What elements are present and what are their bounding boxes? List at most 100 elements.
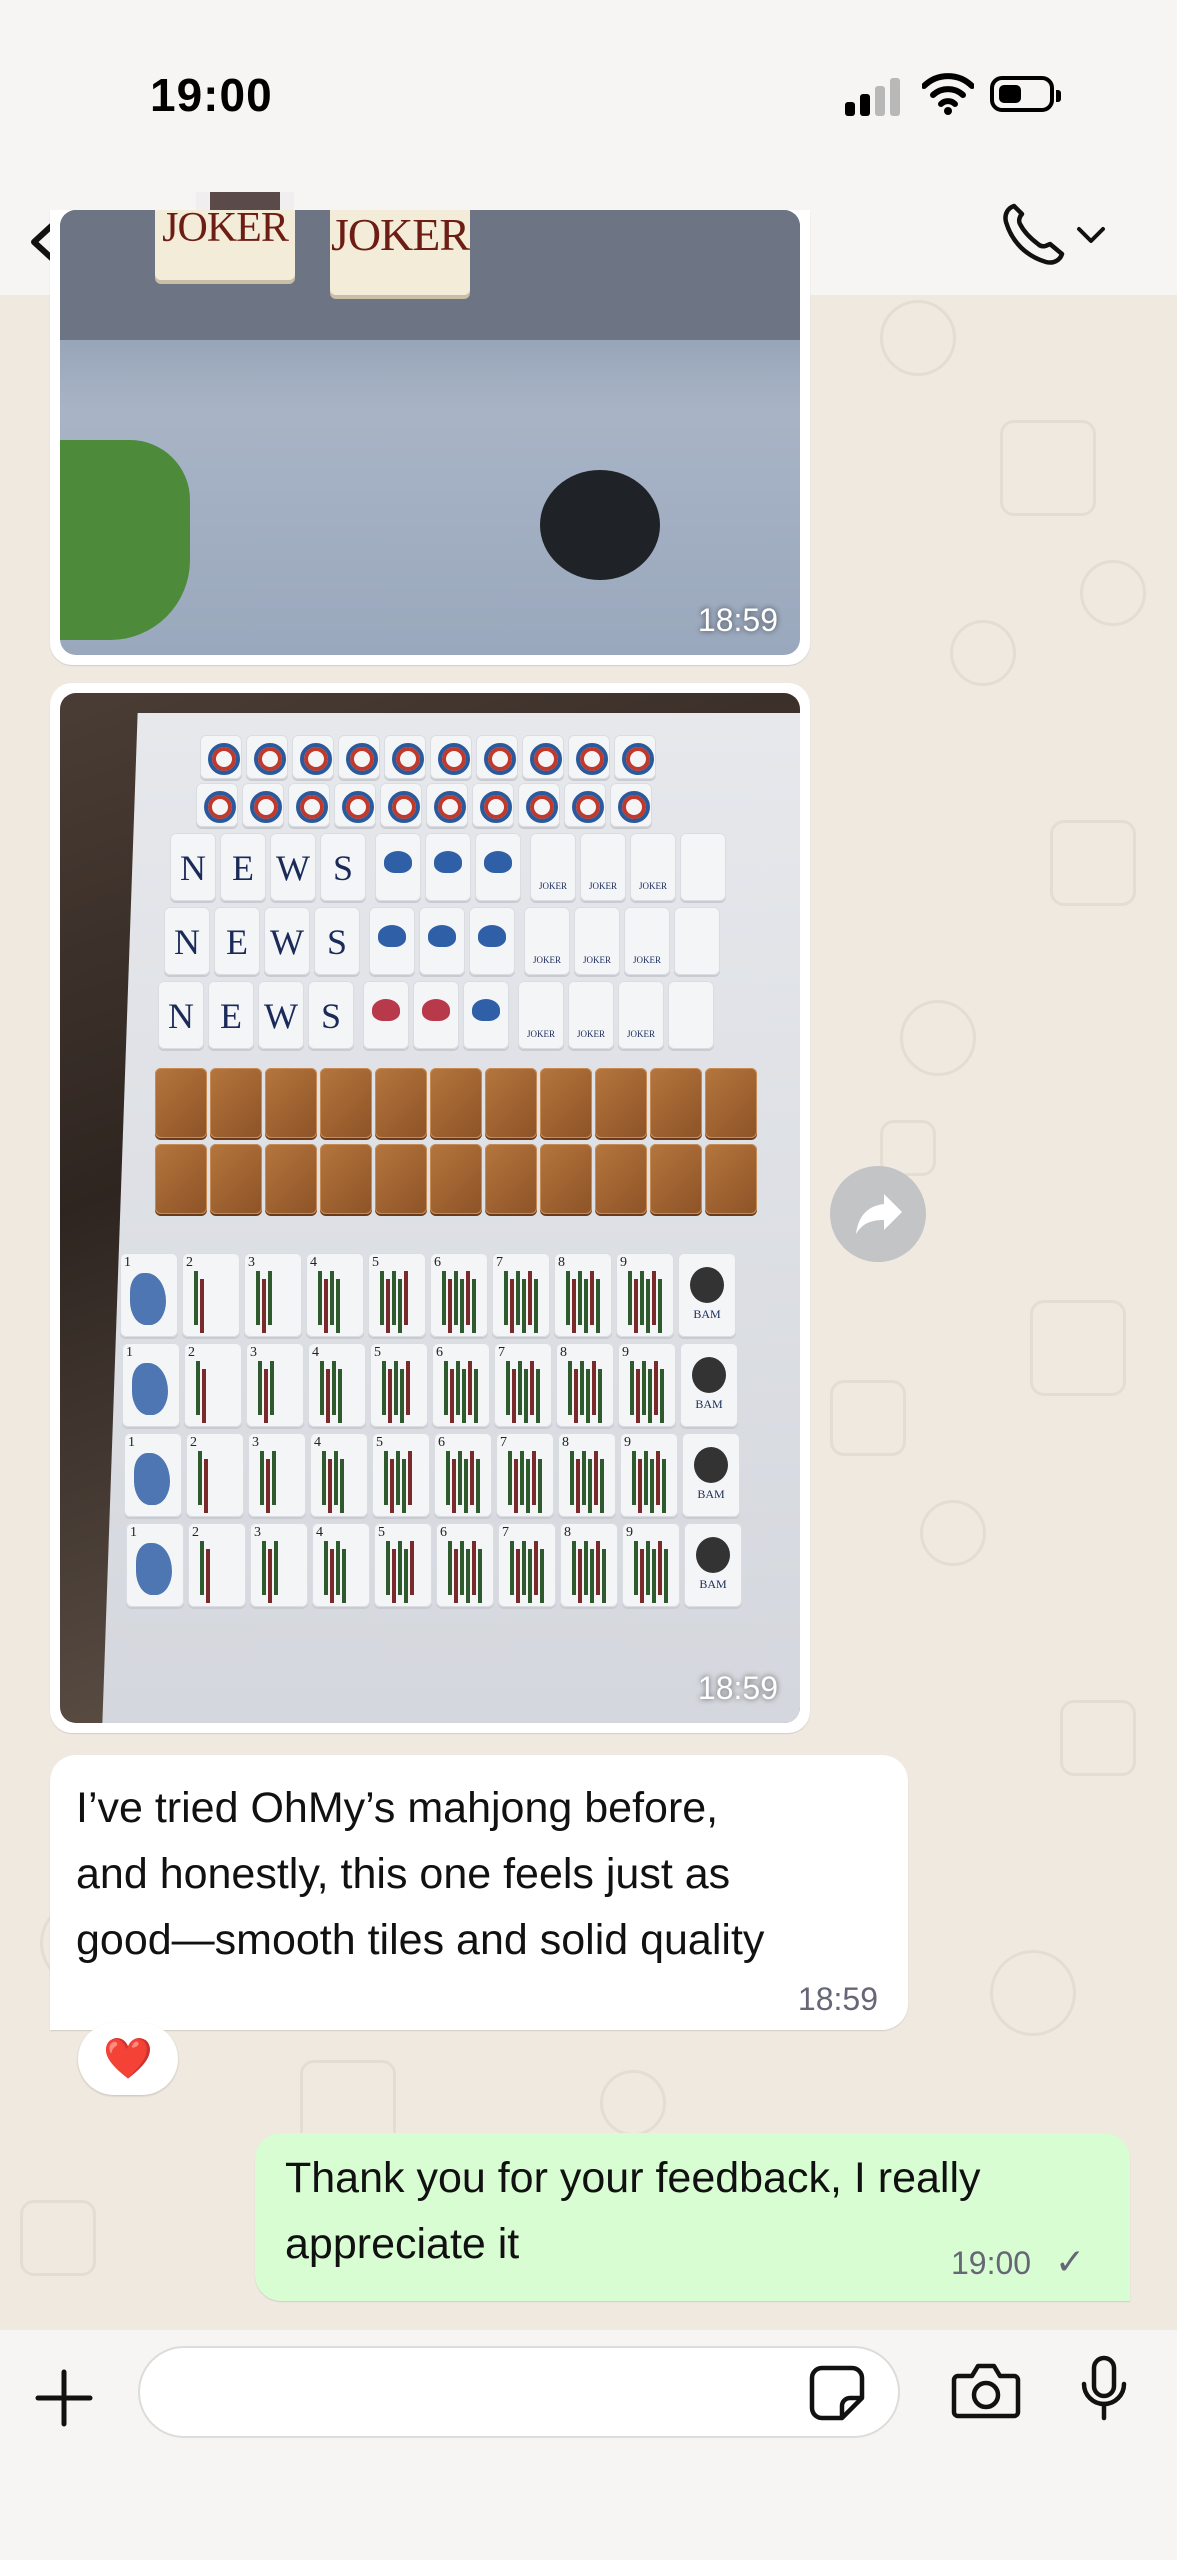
emblem-symbol	[694, 1447, 728, 1483]
lotus-symbol	[378, 925, 406, 947]
bamboo-stick	[406, 1361, 410, 1415]
bamboo-stick	[330, 1549, 334, 1603]
bamboo-stick	[338, 1369, 342, 1423]
message-line: appreciate it	[285, 2220, 520, 2268]
flower-tile	[610, 783, 652, 827]
bamboo-stick	[596, 1279, 600, 1333]
dot-symbol	[618, 791, 650, 823]
message-photo[interactable]: JOKER JOKER 18:59	[60, 210, 800, 655]
dot-symbol	[342, 791, 374, 823]
wind-tile: W	[258, 981, 304, 1049]
dot-symbol	[254, 743, 286, 775]
bamboo-stick	[660, 1369, 664, 1423]
tile-number: 3	[248, 1255, 255, 1270]
bamboo-tile: 8	[554, 1253, 612, 1337]
bamboo-stick	[590, 1271, 594, 1325]
bamboo-stick	[466, 1271, 470, 1325]
dot-symbol	[530, 743, 562, 775]
tile-back	[540, 1068, 592, 1138]
image-message[interactable]: 18:59 N E W S JOKER JOKER JOKER N E W S JOKER JOKER J…	[50, 683, 810, 1733]
text-message[interactable]: I’ve tried OhMy’s mahjong before, and ho…	[50, 1755, 908, 2030]
tile-number: 3	[252, 1435, 259, 1450]
message-input[interactable]	[138, 2346, 900, 2438]
lotus-symbol	[428, 925, 456, 947]
lotus-symbol	[478, 925, 506, 947]
tile-number: 6	[434, 1255, 441, 1270]
tile-label: E	[232, 848, 254, 888]
dot-symbol	[526, 791, 558, 823]
bamboo-tile: 5	[372, 1433, 430, 1517]
tile-label: W	[264, 996, 298, 1036]
tile-back	[265, 1068, 317, 1138]
bamboo-stick	[600, 1459, 604, 1513]
bamboo-stick	[530, 1361, 534, 1415]
message-line: I’ve tried OhMy’s mahjong before,	[76, 1784, 719, 1832]
flower-tile	[242, 783, 284, 827]
tile-label: N	[174, 922, 200, 962]
wifi-icon	[922, 73, 974, 115]
bamboo-stick	[528, 1549, 532, 1603]
bamboo-stick	[336, 1541, 340, 1595]
bamboo-stick	[658, 1541, 662, 1595]
bamboo-stick	[398, 1541, 402, 1595]
text-message[interactable]: Thank you for your feedback, I really ap…	[255, 2133, 1130, 2301]
reaction-badge[interactable]: ❤️	[78, 2023, 178, 2095]
call-button[interactable]	[1000, 200, 1110, 270]
bamboo-stick	[572, 1279, 576, 1333]
bamboo-stick	[394, 1361, 398, 1415]
tile-label: JOKER	[532, 955, 561, 965]
flower-tile	[430, 735, 472, 779]
flower-tile	[463, 981, 509, 1049]
tile-label: S	[332, 848, 354, 888]
message-photo[interactable]: 18:59 N E W S JOKER JOKER JOKER N E W S JOKER JOKER J…	[60, 693, 800, 1723]
bamboo-stick	[196, 1361, 200, 1415]
wind-tile: E	[208, 981, 254, 1049]
plus-icon[interactable]	[34, 2368, 94, 2428]
bamboo-tile: 7	[496, 1433, 554, 1517]
bamboo-stick	[630, 1361, 634, 1415]
tile-back	[375, 1068, 427, 1138]
bamboo-tile: 8	[560, 1523, 618, 1607]
joker-tile: JOKER	[630, 833, 676, 901]
bamboo-stick	[334, 1451, 338, 1505]
forward-button[interactable]	[830, 1166, 926, 1262]
bamboo-stick	[522, 1279, 526, 1333]
tile-back	[375, 1144, 427, 1214]
status-time: 19:00	[150, 69, 273, 121]
bamboo-stick	[532, 1451, 536, 1505]
bamboo-stick	[392, 1271, 396, 1325]
bamboo-tile: 3	[244, 1253, 302, 1337]
bamboo-stick	[650, 1459, 654, 1513]
bamboo-stick	[342, 1549, 346, 1603]
bamboo-stick	[596, 1541, 600, 1595]
tile-label: E	[226, 922, 248, 962]
sticker-icon[interactable]	[808, 2364, 866, 2422]
wallpaper-doodle	[880, 300, 956, 376]
chevron-down-icon	[1077, 227, 1105, 243]
bamboo-stick	[506, 1361, 510, 1415]
bamboo-stick	[460, 1279, 464, 1333]
bamboo-tile: 9	[618, 1343, 676, 1427]
bamboo-stick	[504, 1271, 508, 1325]
tile-label: JOKER	[576, 1029, 605, 1039]
image-message[interactable]: JOKER JOKER 18:59	[50, 210, 810, 665]
bamboo-stick	[528, 1271, 532, 1325]
bamboo-stick	[444, 1361, 448, 1415]
lotus-symbol	[472, 999, 500, 1021]
bamboo-stick	[470, 1451, 474, 1505]
microphone-icon[interactable]	[1078, 2354, 1130, 2424]
flower-tile	[475, 833, 521, 901]
blank-tile	[668, 981, 714, 1049]
wallpaper-doodle	[1000, 420, 1096, 516]
bamboo-stick	[466, 1549, 470, 1603]
tile-number: 5	[376, 1435, 383, 1450]
camera-icon[interactable]	[950, 2360, 1022, 2420]
tile-number: 5	[374, 1345, 381, 1360]
tile-label: N	[168, 996, 194, 1036]
dot-symbol	[434, 791, 466, 823]
lotus-symbol	[384, 851, 412, 873]
flower-tile	[288, 783, 330, 827]
emblem-symbol	[692, 1357, 726, 1393]
blank-tile	[680, 833, 726, 901]
bamboo-stick	[386, 1541, 390, 1595]
